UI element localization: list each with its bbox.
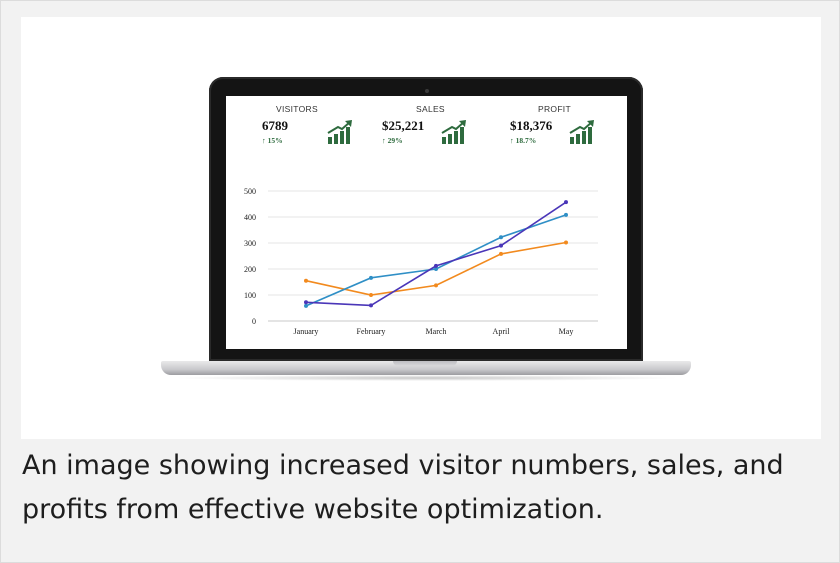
data-point <box>304 300 308 305</box>
data-point <box>499 251 503 256</box>
data-point <box>499 243 503 248</box>
x-tick-label: March <box>426 327 447 336</box>
figure-card: VISITORS 6789 ↑ 15% SALES $25,221 ↑ 29% <box>0 0 840 563</box>
data-point <box>369 293 373 297</box>
y-tick-label: 500 <box>244 187 256 196</box>
data-point <box>564 240 568 245</box>
webcam-icon <box>425 89 429 93</box>
y-tick-label: 400 <box>244 213 256 222</box>
y-tick-label: 100 <box>244 291 256 300</box>
data-point <box>304 303 308 308</box>
data-point <box>434 263 438 268</box>
data-point <box>434 283 438 288</box>
y-tick-label: 0 <box>252 317 256 326</box>
line-chart: 0 100 200 300 400 500 January February March Apri… <box>244 187 598 336</box>
data-point <box>499 235 503 240</box>
x-tick-label: February <box>357 327 386 336</box>
y-tick-label: 300 <box>244 239 256 248</box>
x-tick-label: April <box>493 327 511 336</box>
figure-caption: An image showing increased visitor numbe… <box>22 450 784 525</box>
data-point <box>564 212 568 217</box>
x-tick-label: May <box>559 327 574 336</box>
laptop-shadow <box>171 375 681 381</box>
x-tick-label: January <box>294 327 319 336</box>
data-point <box>369 275 373 280</box>
y-tick-label: 200 <box>244 265 256 274</box>
data-point <box>564 200 568 205</box>
laptop-base-notch <box>393 361 457 366</box>
data-point <box>369 303 373 308</box>
data-point <box>304 278 308 283</box>
laptop-screen: VISITORS 6789 ↑ 15% SALES $25,221 ↑ 29% <box>226 96 627 349</box>
